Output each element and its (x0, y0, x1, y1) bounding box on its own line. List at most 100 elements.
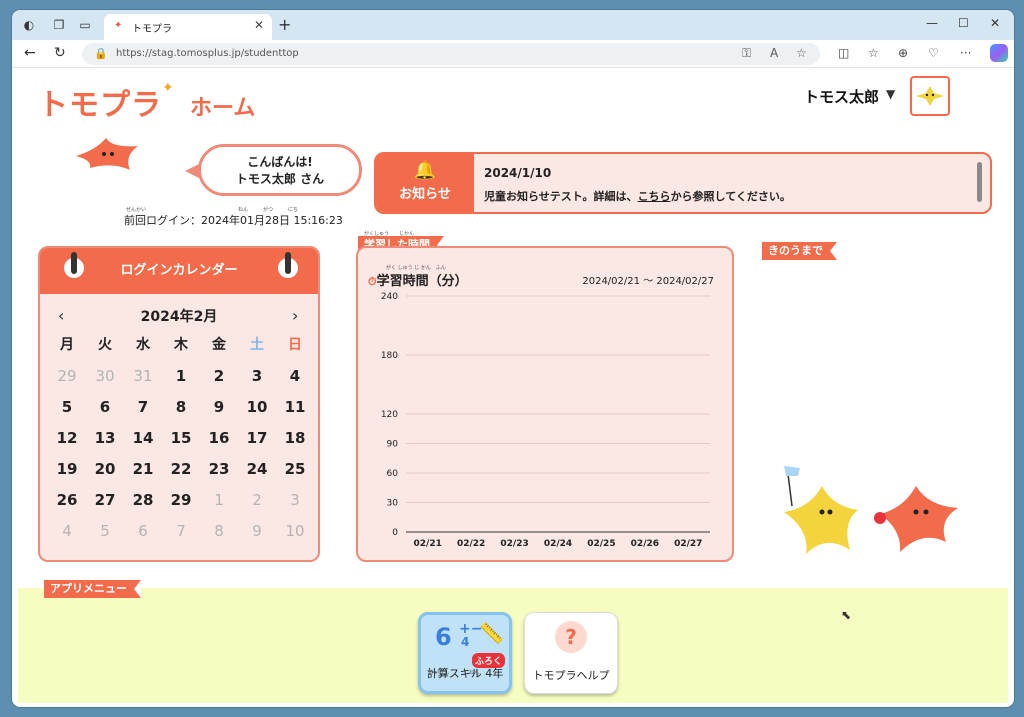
calendar-day: 10 (246, 398, 268, 416)
close-window-icon[interactable]: ✕ (990, 16, 1000, 30)
calendar-week-row: 4 5 6 7 8 9 10 (48, 516, 314, 547)
calendar-day: 6 (138, 522, 148, 540)
calendar-weekday: 木 (174, 337, 188, 353)
calendar-day: 30 (95, 367, 115, 385)
calendar-day: 28 (132, 491, 154, 509)
favorite-star-icon[interactable]: ☆ (796, 46, 807, 60)
collections-icon[interactable]: ⊕ (898, 46, 908, 60)
user-menu-caret-icon[interactable]: ▼ (886, 87, 895, 101)
extensions-icon[interactable]: ♡ (928, 46, 939, 60)
calendar-day: 10 (285, 522, 305, 540)
calendar-weekday: 水 (136, 337, 150, 353)
tab-favicon-icon: ✦ (114, 20, 123, 31)
maximize-icon[interactable]: ☐ (958, 16, 969, 30)
calendar-day: 13 (94, 429, 116, 447)
key-icon[interactable]: ⚿ (742, 46, 751, 61)
new-tab-icon[interactable]: + (278, 15, 291, 34)
calendar-day: 3 (290, 491, 300, 509)
calendar-day: 31 (133, 367, 153, 385)
minimize-icon[interactable]: — (926, 16, 938, 30)
calc-skill-app-button[interactable]: 6 +− 4 📏 ふろく けいさん ねん 計算スキル 4年 (418, 612, 512, 694)
calendar-prev-button[interactable]: ‹ (58, 306, 64, 325)
kinou-tag: きのうまで (762, 242, 837, 260)
calendar-day: 1 (175, 367, 187, 385)
calendar-day: 11 (284, 398, 306, 416)
calendar-day: 19 (56, 460, 78, 478)
bell-icon: 🔔 (413, 160, 437, 181)
last-login: 前回ログイン：2024年01月28日 15:16:23 (124, 214, 343, 227)
notice-date: 2024/1/10 (484, 166, 552, 180)
calendar-day: 2 (252, 491, 262, 509)
url-field[interactable]: 🔒 https://stag.tomosplus.jp/studenttop ⚿… (82, 43, 820, 65)
copilot-icon[interactable] (990, 44, 1008, 62)
y-tick-label: 180 (381, 351, 398, 361)
app-menu: アプリメニュー 6 +− 4 📏 ふろく けいさん ねん 計算スキル 4年 ? … (18, 580, 1008, 703)
lock-icon[interactable]: 🔒 (94, 47, 108, 60)
tab-actions-icon[interactable]: ▭ (78, 18, 92, 32)
tab-title: トモプラ (132, 24, 172, 35)
greeting-text: こんばんは! (247, 155, 313, 169)
calc-skill-label: 計算スキル 4年 (426, 667, 504, 680)
study-time-panel: がく しゅう じ かん ふん ⏱学習時間（分） 2024/02/21 ～ 202… (356, 246, 734, 562)
red-star-mascot-icon (76, 138, 138, 170)
tab-close-icon[interactable]: ✕ (254, 18, 264, 32)
study-time-chart: 0 30 60 90 120 180 240 02/21 02/22 02/23 02/24 02/2… (381, 292, 710, 549)
user-name[interactable]: トモス太郎 (804, 86, 879, 107)
app-menu-tag: アプリメニュー (44, 580, 141, 598)
notice-link[interactable]: こちら (638, 190, 671, 203)
refresh-icon[interactable]: ↻ (54, 45, 66, 61)
calendar-day: 23 (208, 460, 230, 478)
back-icon[interactable]: ← (24, 45, 36, 61)
calendar-week-row: 29 30 31 1 2 3 4 (48, 361, 314, 392)
y-tick-label: 0 (392, 528, 398, 538)
calendar-day: 27 (94, 491, 116, 509)
url-text: https://stag.tomosplus.jp/studenttop (116, 48, 299, 59)
notice-header: 🔔 お知らせ (376, 154, 474, 212)
calendar-day: 8 (175, 398, 187, 416)
notice-scrollbar[interactable] (977, 162, 982, 202)
notice-text-before: 児童お知らせテスト。詳細は、 (484, 190, 638, 203)
y-tick-label: 120 (381, 410, 398, 420)
calendar-day: 2 (213, 367, 225, 385)
y-tick-label: 60 (387, 469, 399, 479)
login-calendar: ログインカレンダー 2024年2月 ‹ › 月火水木金土日 29 30 31 1 2 3 4 5… (38, 246, 320, 562)
x-tick-label: 02/21 (414, 539, 442, 549)
calendar-ring-right-icon (278, 252, 298, 278)
y-tick-label: 90 (387, 440, 399, 450)
calendar-day: 12 (56, 429, 78, 447)
notice-text: 児童お知らせテスト。詳細は、こちらから参照してください。 (484, 188, 791, 204)
notice-label: お知らせ (399, 187, 451, 202)
calendar-day: 26 (56, 491, 78, 509)
browser-profile-icon[interactable]: ◐ (22, 18, 36, 32)
calendar-weekday: 月 (60, 337, 74, 353)
x-tick-label: 02/27 (674, 539, 702, 549)
browser-tab[interactable]: ✦ トモプラ ✕ (104, 14, 272, 40)
y-tick-label: 240 (381, 292, 398, 302)
greeting-bubble: こんばんは! トモス太郎 さん (185, 144, 362, 196)
avatar[interactable] (910, 76, 950, 116)
calendar-day: 21 (132, 460, 154, 478)
help-question-icon: ? (555, 621, 587, 653)
calendar-next-button[interactable]: › (292, 306, 298, 325)
calendar-day: 3 (251, 367, 263, 385)
address-bar-row: ← ↻ 🔒 https://stag.tomosplus.jp/studentt… (12, 40, 1014, 68)
calendar-day: 5 (100, 522, 110, 540)
help-label: トモプラヘルプ (532, 669, 610, 682)
calendar-weekday: 土 (250, 337, 264, 353)
tomopura-help-button[interactable]: ? トモプラヘルプ (524, 612, 618, 694)
favorites-icon[interactable]: ☆ (868, 46, 879, 60)
split-screen-icon[interactable]: ◫ (838, 46, 849, 60)
read-aloud-icon[interactable]: A (770, 46, 778, 60)
sparkle-icon: ✦ (162, 80, 175, 96)
yellow-star-avatar-icon (916, 86, 944, 106)
x-tick-label: 02/23 (500, 539, 528, 549)
calc-four-text: 4 (461, 635, 470, 649)
tomopura-logo[interactable]: トモプラ✦ (38, 80, 175, 124)
calendar-day: 8 (214, 522, 224, 540)
calendar-day: 29 (170, 491, 192, 509)
notice-text-after: から参照してください。 (670, 190, 791, 203)
workspaces-icon[interactable]: ❐ (52, 18, 66, 32)
calendar-day: 1 (214, 491, 224, 509)
page-title: ホーム (190, 96, 256, 121)
more-menu-icon[interactable]: ··· (960, 46, 971, 60)
